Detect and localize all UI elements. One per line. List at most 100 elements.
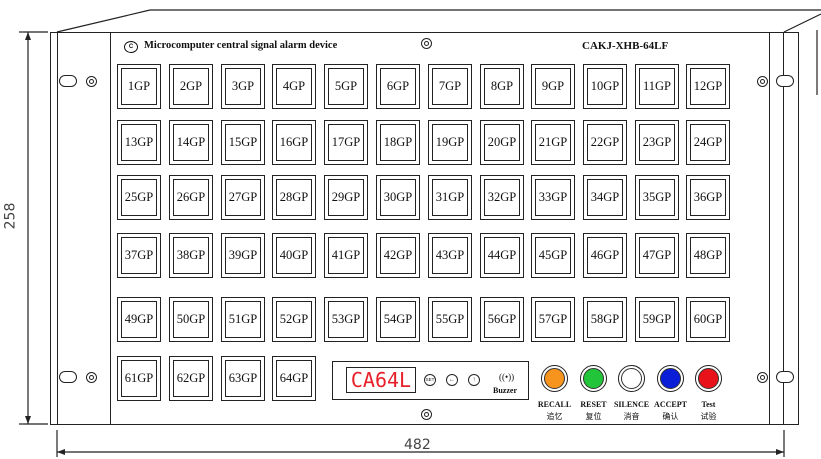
alarm-window-38: 38GP: [169, 233, 213, 278]
mount-slot: [776, 371, 794, 383]
alarm-window-label: 34GP: [587, 179, 623, 216]
test-cn-label: 试验: [700, 412, 717, 421]
alarm-window-47: 47GP: [635, 233, 679, 278]
mount-slot: [776, 75, 794, 87]
alarm-window-label: 29GP: [328, 179, 364, 216]
led-display: CA64L: [346, 367, 416, 393]
set-button[interactable]: SET: [424, 374, 436, 386]
screw-icon: [421, 38, 432, 49]
alarm-window-63: 63GP: [221, 356, 265, 401]
alarm-window-61: 61GP: [117, 356, 161, 401]
alarm-window-label: 9GP: [535, 68, 571, 105]
alarm-window-label: 59GP: [639, 301, 675, 338]
alarm-window-label: 44GP: [484, 237, 520, 274]
alarm-window-30: 30GP: [376, 175, 420, 220]
alarm-window-64: 64GP: [272, 356, 316, 401]
buzzer-label: Buzzer: [493, 386, 517, 395]
alarm-window-label: 48GP: [690, 237, 726, 274]
alarm-window-label: 52GP: [276, 301, 312, 338]
alarm-window-label: 13GP: [121, 124, 157, 161]
alarm-window-label: 45GP: [535, 237, 571, 274]
buzzer-icon: ((•)): [499, 372, 515, 382]
alarm-window-19: 19GP: [428, 120, 472, 165]
alarm-window-label: 2GP: [173, 68, 209, 105]
alarm-window-48: 48GP: [686, 233, 730, 278]
alarm-window-label: 32GP: [484, 179, 520, 216]
alarm-window-31: 31GP: [428, 175, 472, 220]
alarm-window-43: 43GP: [428, 233, 472, 278]
alarm-window-label: 27GP: [225, 179, 261, 216]
alarm-window-label: 18GP: [380, 124, 416, 161]
recall-button[interactable]: [541, 365, 568, 392]
screw-icon: [86, 372, 97, 383]
reset-button[interactable]: [580, 365, 607, 392]
alarm-window-label: 15GP: [225, 124, 261, 161]
alarm-window-label: 41GP: [328, 237, 364, 274]
alarm-window-15: 15GP: [221, 120, 265, 165]
alarm-window-58: 58GP: [583, 297, 627, 342]
alarm-window-1: 1GP: [117, 64, 161, 109]
alarm-window-36: 36GP: [686, 175, 730, 220]
alarm-window-51: 51GP: [221, 297, 265, 342]
alarm-window-label: 58GP: [587, 301, 623, 338]
alarm-window-59: 59GP: [635, 297, 679, 342]
alarm-window-4: 4GP: [272, 64, 316, 109]
alarm-window-label: 26GP: [173, 179, 209, 216]
alarm-window-49: 49GP: [117, 297, 161, 342]
alarm-window-label: 19GP: [432, 124, 468, 161]
alarm-window-52: 52GP: [272, 297, 316, 342]
alarm-window-11: 11GP: [635, 64, 679, 109]
alarm-window-label: 50GP: [173, 301, 209, 338]
accept-button[interactable]: [657, 365, 684, 392]
alarm-window-27: 27GP: [221, 175, 265, 220]
silence-button[interactable]: [618, 365, 645, 392]
alarm-window-label: 51GP: [225, 301, 261, 338]
alarm-window-label: 37GP: [121, 237, 157, 274]
height-dimension-label: 258: [2, 202, 19, 230]
mount-slot: [59, 75, 77, 87]
alarm-window-label: 28GP: [276, 179, 312, 216]
alarm-window-label: 22GP: [587, 124, 623, 161]
alarm-window-5: 5GP: [324, 64, 368, 109]
alarm-window-10: 10GP: [583, 64, 627, 109]
alarm-window-label: 21GP: [535, 124, 571, 161]
alarm-window-41: 41GP: [324, 233, 368, 278]
alarm-window-label: 39GP: [225, 237, 261, 274]
alarm-window-32: 32GP: [480, 175, 524, 220]
alarm-window-label: 24GP: [690, 124, 726, 161]
alarm-window-label: 43GP: [432, 237, 468, 274]
device-drawing: 258 482 C Microcomputer central signal a…: [0, 0, 821, 459]
alarm-window-label: 46GP: [587, 237, 623, 274]
alarm-window-28: 28GP: [272, 175, 316, 220]
alarm-window-label: 64GP: [276, 360, 312, 397]
screw-icon: [421, 409, 432, 420]
alarm-window-label: 63GP: [225, 360, 261, 397]
alarm-window-label: 25GP: [121, 179, 157, 216]
alarm-window-17: 17GP: [324, 120, 368, 165]
alarm-window-23: 23GP: [635, 120, 679, 165]
alarm-window-label: 57GP: [535, 301, 571, 338]
alarm-window-29: 29GP: [324, 175, 368, 220]
alarm-window-label: 35GP: [639, 179, 675, 216]
alarm-window-label: 17GP: [328, 124, 364, 161]
alarm-window-16: 16GP: [272, 120, 316, 165]
alarm-window-53: 53GP: [324, 297, 368, 342]
alarm-window-label: 11GP: [639, 68, 675, 105]
alarm-window-label: 1GP: [121, 68, 157, 105]
alarm-window-label: 8GP: [484, 68, 520, 105]
alarm-window-label: 12GP: [690, 68, 726, 105]
alarm-window-34: 34GP: [583, 175, 627, 220]
alarm-window-42: 42GP: [376, 233, 420, 278]
arrow-up-button[interactable]: ↑: [468, 374, 480, 386]
alarm-window-label: 30GP: [380, 179, 416, 216]
alarm-window-22: 22GP: [583, 120, 627, 165]
alarm-window-label: 49GP: [121, 301, 157, 338]
alarm-window-46: 46GP: [583, 233, 627, 278]
brand-logo: C: [124, 41, 138, 53]
alarm-window-25: 25GP: [117, 175, 161, 220]
alarm-window-label: 38GP: [173, 237, 209, 274]
alarm-window-26: 26GP: [169, 175, 213, 220]
alarm-window-label: 16GP: [276, 124, 312, 161]
test-button[interactable]: [695, 365, 722, 392]
arrow-left-button[interactable]: ←: [446, 374, 458, 386]
